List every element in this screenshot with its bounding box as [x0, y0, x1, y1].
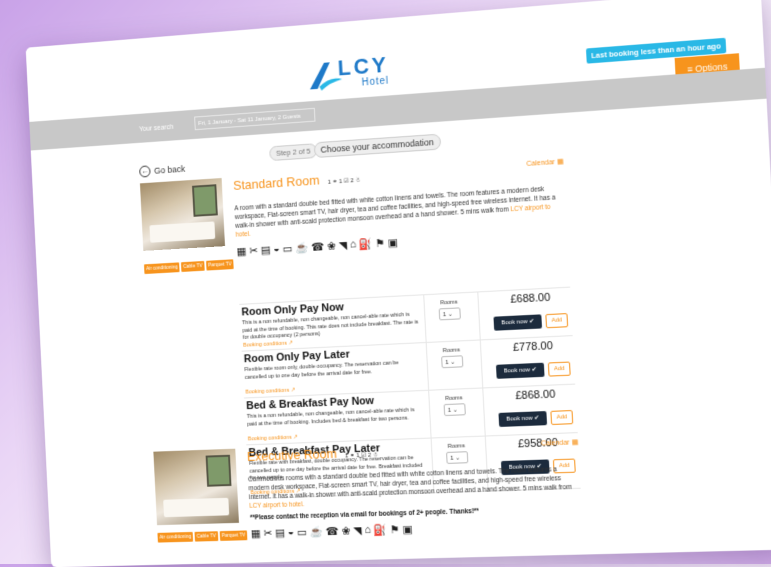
calendar-link[interactable]: Calendar ▦ — [526, 157, 563, 167]
room-name: Executive Room — [246, 445, 338, 464]
booking-conditions-link[interactable]: Booking conditions ↗ — [245, 388, 295, 396]
browser-screen: LCY Hotel ≡ Options Your search Fri, 1 J… — [25, 0, 771, 567]
kettle-icon: ☕ — [309, 526, 324, 539]
toiletries-icon: ⛽ — [358, 238, 373, 252]
minibar-icon: ▣ — [402, 523, 413, 537]
iron-icon: ⌂ — [364, 524, 372, 537]
room-tags: Air conditioning Cable TV Parquet TV — [157, 530, 248, 543]
chevron-down-icon: ⌄ — [450, 359, 456, 366]
desk-icon: ⚑ — [389, 524, 400, 537]
room-info: Standard Room 1 ⚭ 1 ☑ 2 ☃ Calendar ▦ A r… — [233, 155, 568, 258]
tv-icon: ▭ — [296, 526, 308, 539]
step-title: Choose your accommodation — [313, 133, 442, 159]
amenity-icons: ▦ ✂ ▤ ◒ ▭ ☕ ☎ ❀ ◥ ⌂ ⛽ ⚑ ▣ — [251, 518, 583, 540]
toiletries-icon: ⛽ — [373, 524, 388, 537]
calendar-link[interactable]: Calendar ▦ — [541, 438, 579, 447]
room-photo[interactable] — [139, 178, 226, 251]
rooms-value: 1 — [445, 359, 449, 367]
room-photo[interactable] — [153, 448, 239, 526]
rooms-label: Rooms — [445, 395, 463, 403]
rate-price: £688.00 — [510, 291, 551, 306]
room-tag: Air conditioning — [144, 262, 180, 275]
step-indicator: Step 2 of 5 Choose your accommodation — [269, 132, 442, 162]
phone-icon: ☎ — [325, 525, 340, 539]
room-photo-bed — [149, 221, 216, 243]
add-button[interactable]: Add — [550, 410, 574, 426]
room-capacity: 1 ⚭ 1 ☑ 2 ☃ — [327, 177, 361, 186]
add-button[interactable]: Add — [547, 361, 571, 377]
minibar-icon: ▣ — [387, 236, 399, 250]
rooms-selector: Rooms 1 ⌄ — [425, 340, 484, 390]
book-now-button[interactable]: Book now ✔ — [498, 411, 548, 427]
phone-icon: ☎ — [310, 241, 325, 254]
shower-icon: ◥ — [353, 525, 362, 538]
go-back-label: Go back — [153, 163, 186, 176]
rate-price: £868.00 — [515, 388, 556, 403]
go-back-link[interactable]: ← Go back — [139, 163, 185, 178]
book-now-button[interactable]: Book now ✔ — [493, 314, 543, 331]
room-name: Standard Room — [232, 172, 320, 193]
room-description-text: Commodious rooms with a standard double … — [247, 466, 573, 502]
search-label: Your search — [138, 123, 174, 134]
room-tag: Air conditioning — [157, 531, 194, 543]
room-capacity: 1 ⚭ 1 ☑ 2 ☃ — [345, 452, 379, 460]
rooms-select[interactable]: 1 ⌄ — [441, 355, 464, 369]
hotel-logo[interactable]: LCY Hotel — [305, 51, 423, 99]
room-tag: Cable TV — [194, 531, 219, 542]
desk-icon: ⚑ — [375, 237, 386, 251]
book-now-button[interactable]: Book now ✔ — [495, 362, 545, 379]
search-field[interactable]: Fri, 1 January - Sat 11 January, 2 Guest… — [194, 107, 316, 131]
wardrobe-icon: ▦ — [250, 528, 261, 541]
safe-icon: ◒ — [287, 526, 295, 539]
wifi-icon: ❀ — [326, 240, 337, 253]
fridge-icon: ▤ — [260, 244, 271, 257]
rooms-label: Rooms — [440, 299, 458, 307]
rooms-selector: Rooms 1 ⌄ — [423, 292, 481, 343]
room-tag: Parquet TV — [206, 259, 234, 271]
iron-icon: ⌂ — [349, 238, 357, 251]
rooms-value: 1 — [447, 407, 452, 414]
rate-price: £778.00 — [512, 340, 554, 354]
airport-link[interactable]: LCY airport to hotel. — [249, 501, 304, 510]
rooms-selector: Rooms 1 ⌄ — [428, 388, 486, 438]
step-counter: Step 2 of 5 — [269, 143, 318, 162]
room-description: Commodious rooms with a standard double … — [248, 464, 581, 510]
room-info: Executive Room 1 ⚭ 1 ☑ 2 ☃ Calendar ▦ Co… — [247, 436, 583, 540]
room-tag: Parquet TV — [219, 530, 248, 541]
shower-icon: ◥ — [338, 239, 348, 253]
kettle-icon: ☕ — [294, 242, 309, 255]
room-card-standard: Air conditioning Cable TV Parquet TV Sta… — [139, 155, 581, 500]
booking-conditions-link[interactable]: Booking conditions ↗ — [248, 435, 298, 443]
room-tag: Cable TV — [181, 260, 205, 272]
room-photo-bed — [163, 497, 230, 518]
room-description-text: A room with a standard double bed fitted… — [234, 186, 556, 230]
safe-icon: ◒ — [273, 242, 280, 256]
chevron-down-icon: ⌄ — [447, 311, 453, 318]
back-arrow-icon: ← — [139, 165, 151, 178]
rooms-select[interactable]: 1 ⌄ — [443, 403, 466, 417]
logo-subtext: Hotel — [361, 75, 390, 89]
add-button[interactable]: Add — [545, 313, 569, 329]
rooms-value: 1 — [442, 312, 447, 319]
room-tags: Air conditioning Cable TV Parquet TV — [144, 259, 234, 275]
hairdryer-icon: ✂ — [248, 245, 259, 258]
rooms-select[interactable]: 1 ⌄ — [438, 307, 461, 321]
chevron-down-icon: ⌄ — [452, 407, 458, 414]
hairdryer-icon: ✂ — [263, 527, 273, 540]
room-photo-window — [205, 454, 232, 487]
rooms-label: Rooms — [442, 347, 461, 355]
fridge-icon: ▤ — [274, 527, 286, 540]
room-photo-window — [192, 184, 218, 217]
booking-conditions-link[interactable]: Booking conditions ↗ — [243, 340, 293, 348]
wifi-icon: ❀ — [341, 525, 351, 538]
tv-icon: ▭ — [282, 243, 293, 256]
wardrobe-icon: ▦ — [236, 245, 247, 259]
